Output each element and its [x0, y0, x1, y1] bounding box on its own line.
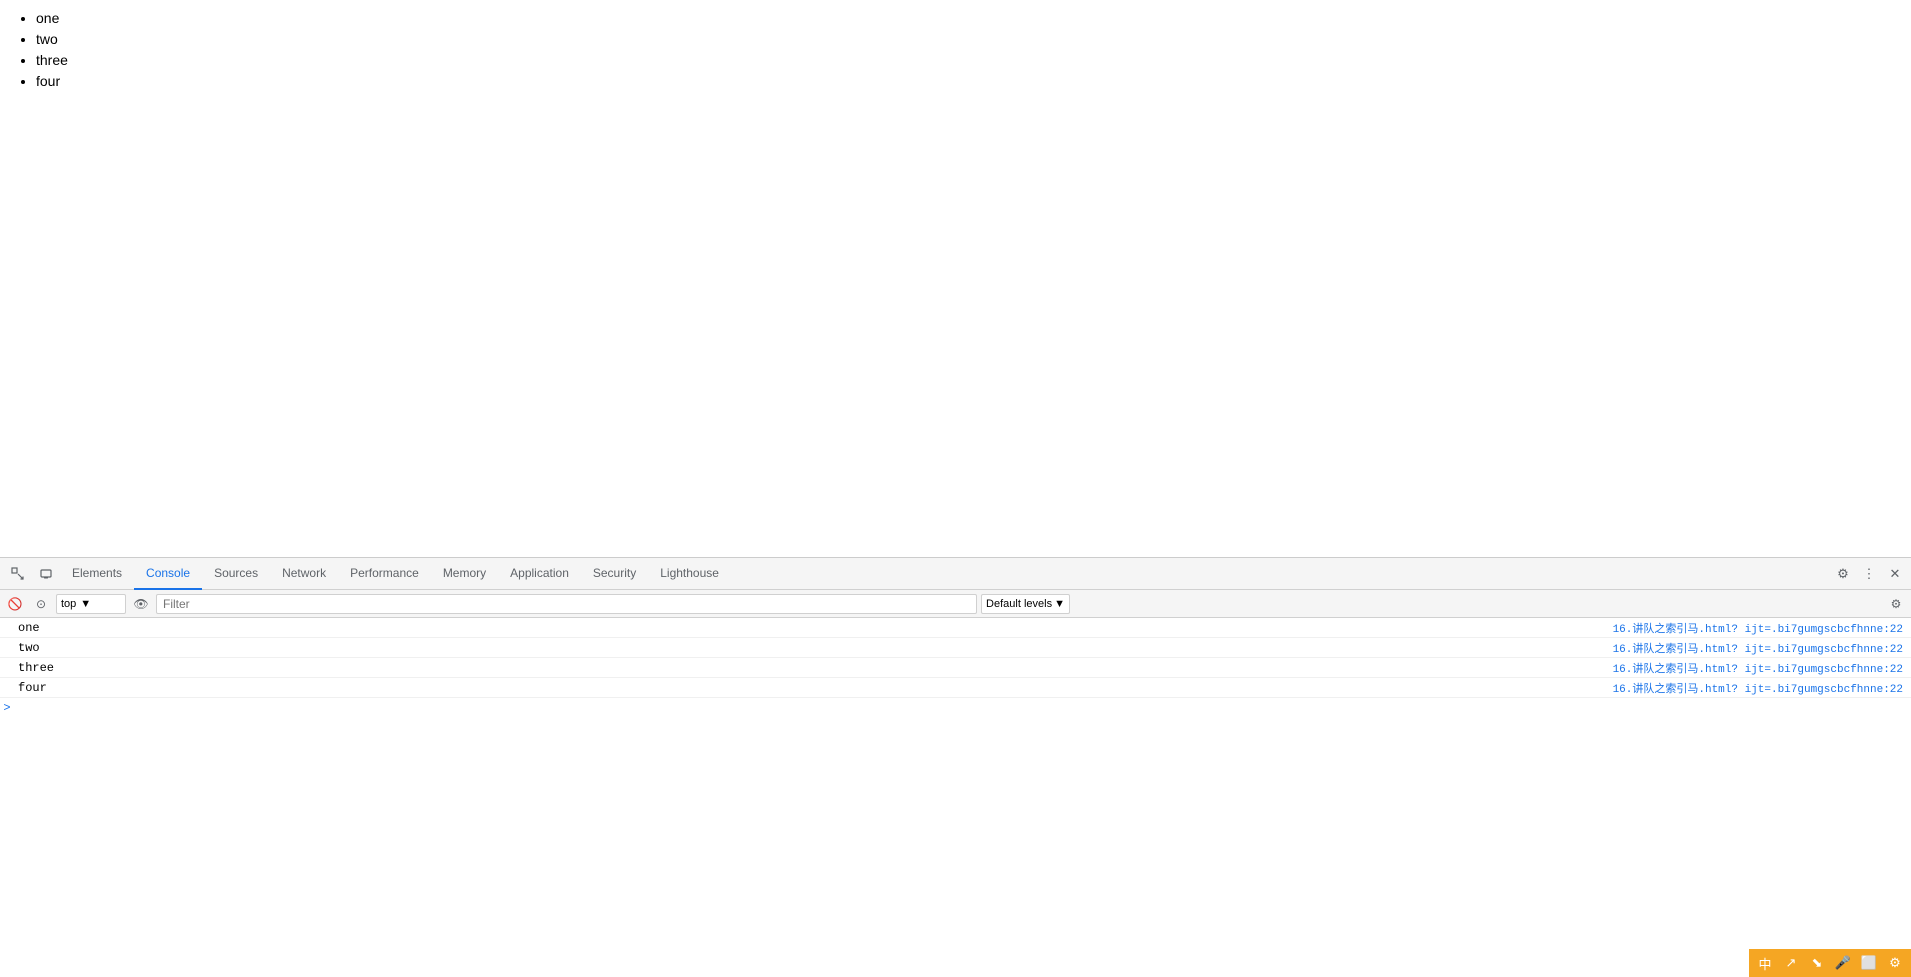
- main-content: onetwothreefour: [0, 0, 1911, 557]
- status-icon-arrow-up[interactable]: ↗: [1781, 953, 1801, 973]
- more-options-icon[interactable]: ⋮: [1857, 562, 1881, 586]
- status-icon-mic[interactable]: 🎤: [1833, 953, 1853, 973]
- console-toolbar: 🚫 ⊙ top ▼ 👁 Default levels ▼ ⚙: [0, 590, 1911, 618]
- console-filter-input[interactable]: [156, 594, 977, 614]
- console-row-link[interactable]: 16.讲队之索引马.html? ijt=.bi7gumgscbcfhnne:22: [1613, 660, 1911, 676]
- console-prompt-indicator: >: [0, 701, 14, 715]
- console-prompt-row: >: [0, 698, 1911, 718]
- console-row-link[interactable]: 16.讲队之索引马.html? ijt=.bi7gumgscbcfhnne:22: [1613, 620, 1911, 636]
- clear-console-icon[interactable]: 🚫: [4, 593, 26, 615]
- tab-console[interactable]: Console: [134, 558, 202, 590]
- console-row-text: three: [14, 661, 1613, 675]
- console-row-text: two: [14, 641, 1613, 655]
- chevron-down-icon: ▼: [80, 598, 91, 610]
- context-selector[interactable]: top ▼: [56, 594, 126, 614]
- status-icon-gear[interactable]: ⚙: [1885, 953, 1905, 973]
- list-item: one: [36, 8, 1895, 29]
- device-toolbar-icon[interactable]: [32, 560, 60, 588]
- tab-network[interactable]: Network: [270, 558, 338, 590]
- console-row: two16.讲队之索引马.html? ijt=.bi7gumgscbcfhnne…: [0, 638, 1911, 658]
- devtools-actions: ⚙ ⋮ ✕: [1831, 562, 1907, 586]
- tab-application[interactable]: Application: [498, 558, 581, 590]
- devtools-tabs-bar: Elements Console Sources Network Perform…: [0, 558, 1911, 590]
- eye-icon[interactable]: 👁: [130, 593, 152, 615]
- default-levels-selector[interactable]: Default levels ▼: [981, 594, 1070, 614]
- console-row: one16.讲队之索引马.html? ijt=.bi7gumgscbcfhnne…: [0, 618, 1911, 638]
- status-icon-square[interactable]: ⬜: [1859, 953, 1879, 973]
- chevron-down-icon: ▼: [1054, 598, 1065, 610]
- tab-performance[interactable]: Performance: [338, 558, 431, 590]
- settings-icon[interactable]: ⚙: [1831, 562, 1855, 586]
- devtools-panel: Elements Console Sources Network Perform…: [0, 557, 1911, 977]
- console-row: three16.讲队之索引马.html? ijt=.bi7gumgscbcfhn…: [0, 658, 1911, 678]
- preserve-log-icon[interactable]: ⊙: [30, 593, 52, 615]
- page-list: onetwothreefour: [16, 8, 1895, 92]
- console-settings-icon[interactable]: ⚙: [1885, 593, 1907, 615]
- console-row: four16.讲队之索引马.html? ijt=.bi7gumgscbcfhnn…: [0, 678, 1911, 698]
- console-row-link[interactable]: 16.讲队之索引马.html? ijt=.bi7gumgscbcfhnne:22: [1613, 640, 1911, 656]
- list-item: three: [36, 50, 1895, 71]
- status-bar: 中 ↗ ⬊ 🎤 ⬜ ⚙: [1749, 949, 1911, 977]
- console-row-text: four: [14, 681, 1613, 695]
- list-item: four: [36, 71, 1895, 92]
- tab-sources[interactable]: Sources: [202, 558, 270, 590]
- console-row-text: one: [14, 621, 1613, 635]
- console-row-link[interactable]: 16.讲队之索引马.html? ijt=.bi7gumgscbcfhnne:22: [1613, 680, 1911, 696]
- tab-security[interactable]: Security: [581, 558, 648, 590]
- status-icon-zh[interactable]: 中: [1755, 953, 1775, 973]
- tab-lighthouse[interactable]: Lighthouse: [648, 558, 731, 590]
- tab-memory[interactable]: Memory: [431, 558, 498, 590]
- console-output: one16.讲队之索引马.html? ijt=.bi7gumgscbcfhnne…: [0, 618, 1911, 977]
- close-devtools-icon[interactable]: ✕: [1883, 562, 1907, 586]
- list-item: two: [36, 29, 1895, 50]
- inspect-element-icon[interactable]: [4, 560, 32, 588]
- tab-elements[interactable]: Elements: [60, 558, 134, 590]
- status-icon-arrow-down[interactable]: ⬊: [1807, 953, 1827, 973]
